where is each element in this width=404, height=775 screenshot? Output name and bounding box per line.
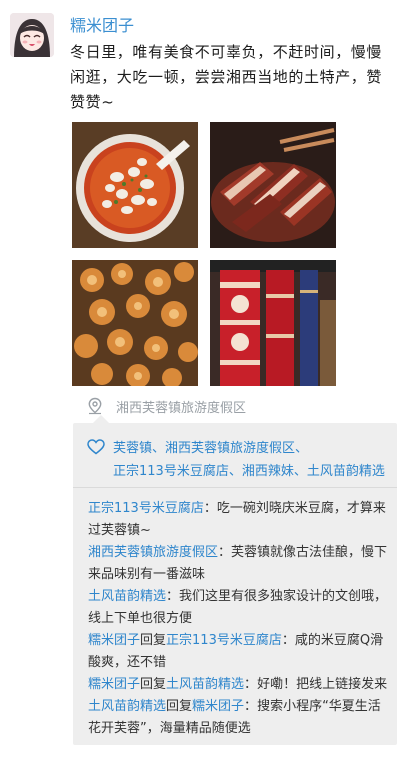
reply-word: 回复 xyxy=(166,699,193,714)
photo-cured-meat[interactable] xyxy=(210,122,336,248)
comment-user[interactable]: 湘西芙蓉镇旅游度假区 xyxy=(88,545,218,560)
location-pin-icon xyxy=(88,397,102,415)
comment-item[interactable]: 土风苗韵精选回复糯米团子：搜索小程序“华夏生活花开芙蓉”，海量精品随便选 xyxy=(88,696,392,740)
comment-text: 好嘞！把线上链接发来 xyxy=(257,677,388,692)
comment-user[interactable]: 糯米团子 xyxy=(88,633,140,648)
comment-sep: ： xyxy=(244,699,258,714)
comment-sep: ： xyxy=(218,545,232,560)
location-label: 湘西芙蓉镇旅游度假区 xyxy=(116,400,247,416)
reply-target[interactable]: 土风苗韵精选 xyxy=(166,677,244,692)
divider xyxy=(73,487,397,488)
comments-list: 正宗113号米豆腐店：吃一碗刘晓庆米豆腐，才算来过芙蓉镇~ 湘西芙蓉镇旅游度假区… xyxy=(88,498,392,740)
post-location[interactable]: 湘西芙蓉镇旅游度假区 xyxy=(86,394,246,418)
photo-grid xyxy=(72,122,338,386)
anime-girl-avatar-icon xyxy=(10,13,54,57)
comment-sep: ： xyxy=(244,677,258,692)
comment-sep: ： xyxy=(281,633,295,648)
likes-list: 芙蓉镇、湘西芙蓉镇旅游度假区、 正宗113号米豆腐店、湘西辣妹、土风苗韵精选 xyxy=(87,437,387,483)
comment-user[interactable]: 正宗113号米豆腐店 xyxy=(88,501,204,516)
cured-meat-photo-icon xyxy=(210,122,336,248)
comment-item[interactable]: 正宗113号米豆腐店：吃一碗刘晓庆米豆腐，才算来过芙蓉镇~ xyxy=(88,498,392,542)
photo-mushrooms[interactable] xyxy=(72,260,198,386)
reply-target[interactable]: 糯米团子 xyxy=(192,699,244,714)
comment-sep: ： xyxy=(166,589,180,604)
likes-line-1[interactable]: 芙蓉镇、湘西芙蓉镇旅游度假区、 xyxy=(113,437,387,460)
likes-line-2[interactable]: 正宗113号米豆腐店、湘西辣妹、土风苗韵精选 xyxy=(113,460,387,483)
comment-user[interactable]: 土风苗韵精选 xyxy=(88,699,166,714)
comment-item[interactable]: 土风苗韵精选：我们这里有很多独家设计的文创哦，线上下单也很方便 xyxy=(88,586,392,630)
post-text: 冬日里，唯有美食不可辜负，不赶时间，慢慢闲逛，大吃一顿，尝尝湘西当地的土特产，赞… xyxy=(70,43,383,111)
comment-item[interactable]: 糯米团子回复土风苗韵精选：好嘞！把线上链接发来 xyxy=(88,674,392,696)
heart-icon xyxy=(87,439,105,455)
post-author-name[interactable]: 糯米团子 xyxy=(70,15,134,37)
comment-item[interactable]: 湘西芙蓉镇旅游度假区：芙蓉镇就像古法佳酿，慢下来品味别有一番滋味 xyxy=(88,542,392,586)
red-embroidered-fabric-photo-icon xyxy=(210,260,336,386)
reply-word: 回复 xyxy=(140,633,167,648)
photo-red-embroidered-fabric[interactable] xyxy=(210,260,336,386)
reply-target[interactable]: 正宗113号米豆腐店 xyxy=(166,633,282,648)
photo-rice-tofu-bowl[interactable] xyxy=(72,122,198,248)
avatar[interactable] xyxy=(10,13,54,57)
comment-user[interactable]: 土风苗韵精选 xyxy=(88,589,166,604)
comment-sep: ： xyxy=(203,501,217,516)
mushrooms-photo-icon xyxy=(72,260,198,386)
reply-word: 回复 xyxy=(140,677,167,692)
panel-caret xyxy=(93,415,109,423)
comment-user[interactable]: 糯米团子 xyxy=(88,677,140,692)
comment-item[interactable]: 糯米团子回复正宗113号米豆腐店：咸的米豆腐Q滑酸爽，还不错 xyxy=(88,630,392,674)
rice-tofu-bowl-photo-icon xyxy=(72,122,198,248)
